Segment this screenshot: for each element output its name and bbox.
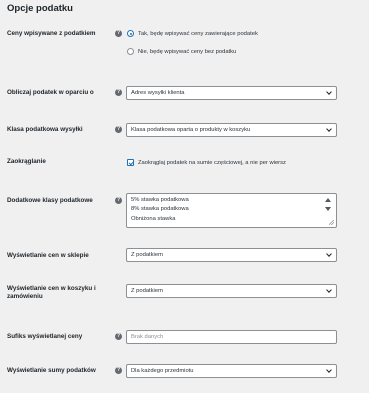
tax-based-on-select[interactable]: Adres wysyłki klienta: [126, 86, 337, 100]
radio-option-no[interactable]: Nie, będę wpisywać ceny bez podatku: [127, 47, 236, 56]
help-icon[interactable]: ?: [115, 89, 122, 96]
list-item: 5% stawka podatkowa: [131, 197, 189, 203]
shipping-tax-class-select[interactable]: Klasa podatkowa oparta o produkty w kosz…: [126, 123, 337, 137]
scroll-up-icon[interactable]: [325, 198, 331, 202]
resize-handle-icon[interactable]: [329, 220, 334, 225]
prices-entered-label: Ceny wpisywane z podatkiem: [7, 30, 96, 37]
rounding-label: Zaokrąglanie: [7, 158, 46, 165]
tax-based-on-label: Obliczaj podatek w oparciu o: [7, 89, 94, 96]
select-value: Adres wysyłki klienta: [131, 90, 185, 96]
display-shop-label: Wyświetlanie cen w sklepie: [7, 252, 89, 259]
radio-option-label: Tak, będę wpisywać ceny zawierające poda…: [138, 30, 258, 37]
additional-tax-classes-label: Dodatkowe klasy podatkowe: [7, 197, 93, 204]
chevron-down-icon: [326, 89, 332, 95]
price-suffix-input[interactable]: Brak danych: [126, 330, 337, 344]
list-item: 8% stawka podatkowa: [131, 206, 189, 212]
rounding-checkbox[interactable]: [127, 159, 134, 166]
help-icon[interactable]: ?: [115, 126, 122, 133]
select-value: Klasa podatkowa oparta o produkty w kosz…: [131, 127, 251, 133]
price-suffix-placeholder: Brak danych: [131, 334, 164, 340]
radio-button[interactable]: [127, 48, 134, 55]
price-suffix-label: Sufiks wyświetlanej ceny: [7, 333, 83, 340]
scroll-down-icon[interactable]: [325, 207, 331, 211]
rounding-checkbox-label: Zaokrąglaj podatek na sumie częściowej, …: [138, 159, 286, 166]
additional-tax-classes-textarea[interactable]: 5% stawka podatkowa 8% stawka podatkowa …: [126, 193, 337, 228]
help-icon[interactable]: ?: [115, 367, 122, 374]
help-icon[interactable]: ?: [115, 333, 122, 340]
list-item: Obniżona stawka: [131, 216, 176, 222]
display-cart-label: Wyświetlanie cen w koszyku i zamówieniu: [7, 285, 96, 300]
chevron-down-icon: [326, 287, 332, 293]
chevron-down-icon: [326, 251, 332, 257]
select-value: Z podatkiem: [131, 288, 163, 294]
page-title: Opcje podatku: [7, 3, 73, 14]
rounding-checkbox-row[interactable]: Zaokrąglaj podatek na sumie częściowej, …: [127, 158, 286, 167]
display-totals-label: Wyświetlanie sumy podatków: [7, 367, 96, 374]
select-value: Z podatkiem: [131, 252, 163, 258]
radio-option-yes[interactable]: Tak, będę wpisywać ceny zawierające poda…: [127, 29, 258, 38]
display-totals-select[interactable]: Dla każdego przedmiotu: [126, 364, 337, 378]
select-value: Dla każdego przedmiotu: [131, 368, 194, 374]
help-icon[interactable]: ?: [115, 30, 122, 37]
radio-option-label: Nie, będę wpisywać ceny bez podatku: [138, 48, 237, 55]
chevron-down-icon: [326, 367, 332, 373]
chevron-down-icon: [326, 126, 332, 132]
shipping-tax-class-label: Klasa podatkowa wysyłki: [7, 126, 83, 133]
display-shop-select[interactable]: Z podatkiem: [126, 248, 337, 262]
display-cart-select[interactable]: Z podatkiem: [126, 284, 337, 298]
help-icon[interactable]: ?: [115, 197, 122, 204]
radio-button-checked[interactable]: [127, 30, 134, 37]
